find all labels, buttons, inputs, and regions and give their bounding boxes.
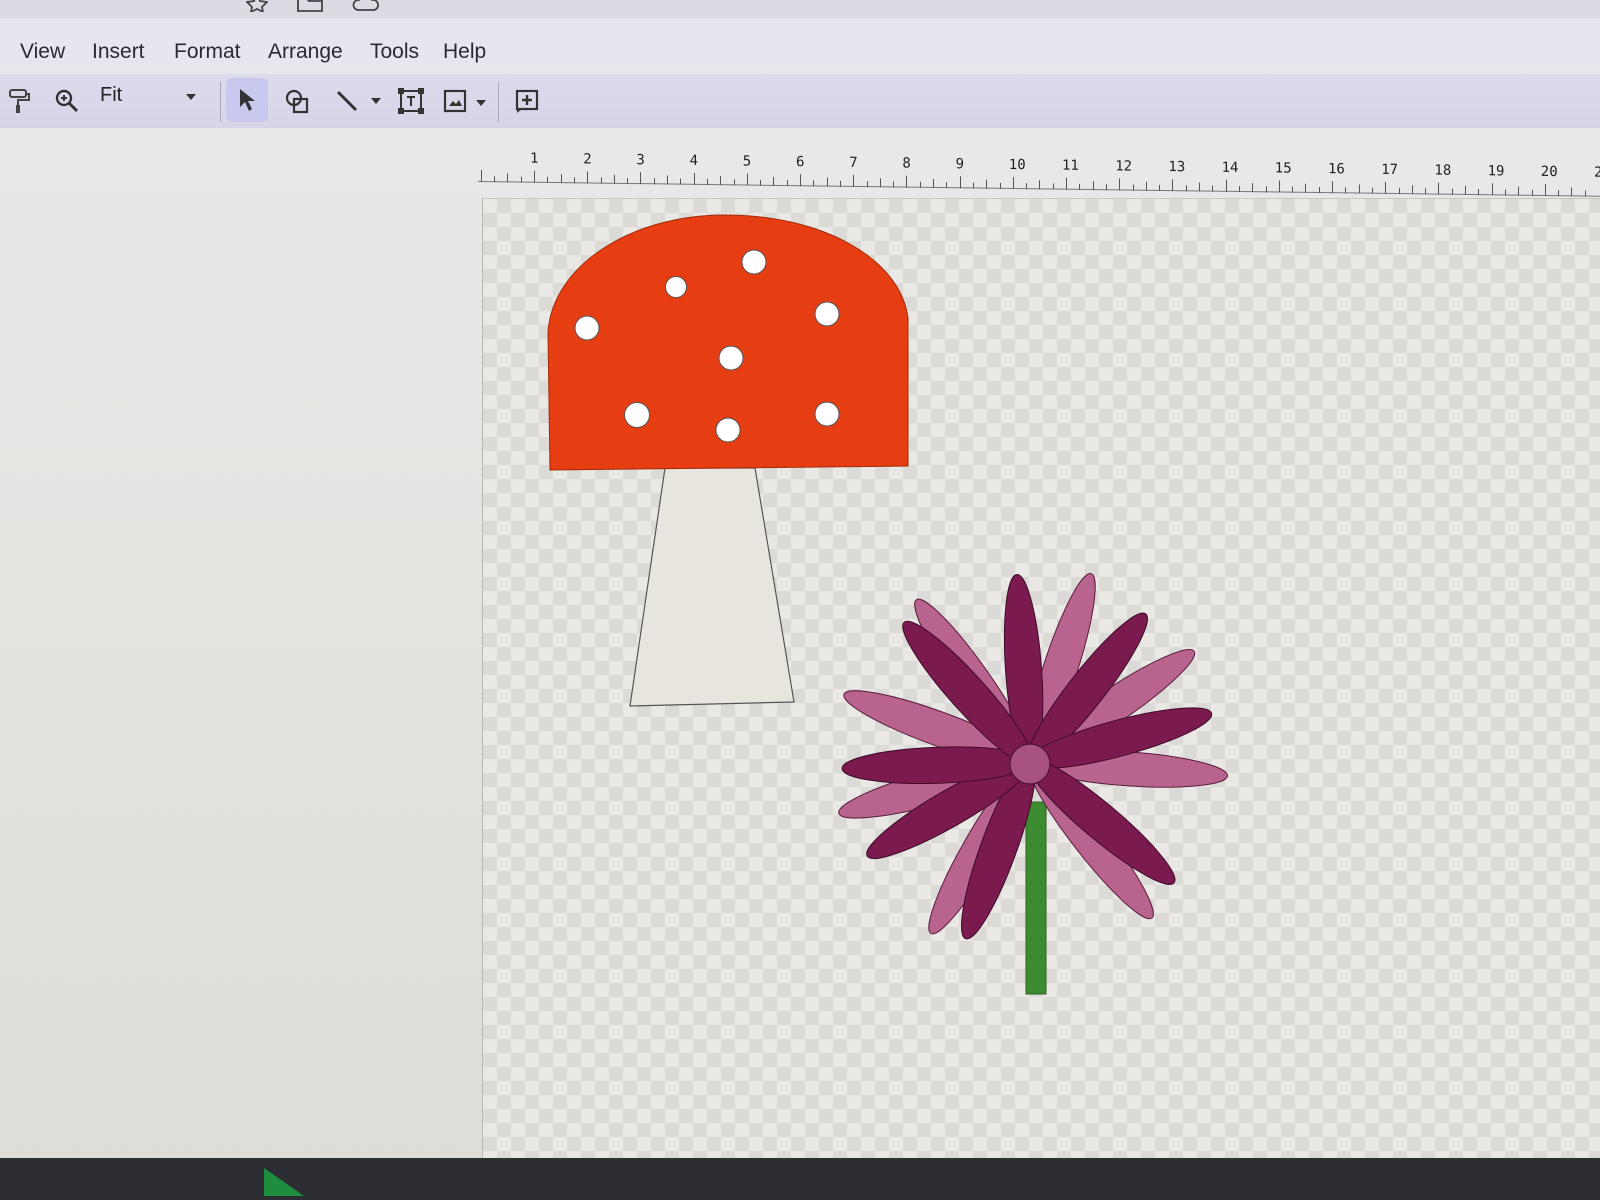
mushroom-spot <box>718 345 744 371</box>
mushroom-spot <box>574 315 600 341</box>
flower-stem <box>1025 801 1047 995</box>
mushroom-spot <box>741 249 767 275</box>
mushroom-stem <box>629 467 795 707</box>
mushroom-spot <box>814 301 840 327</box>
drawing-layer <box>547 214 1229 995</box>
taskbar-app-icon[interactable] <box>264 1168 304 1196</box>
mushroom-spot <box>665 276 687 298</box>
screen: View Insert Format Arrange Tools Help Fi… <box>0 0 1600 1200</box>
mushroom-spot <box>814 401 840 427</box>
mushroom-spot <box>715 417 741 443</box>
flower-center <box>1009 743 1051 785</box>
taskbar <box>0 1158 1600 1200</box>
flower[interactable] <box>834 568 1229 995</box>
mushroom[interactable] <box>547 214 909 707</box>
mushroom-spot <box>624 402 650 428</box>
